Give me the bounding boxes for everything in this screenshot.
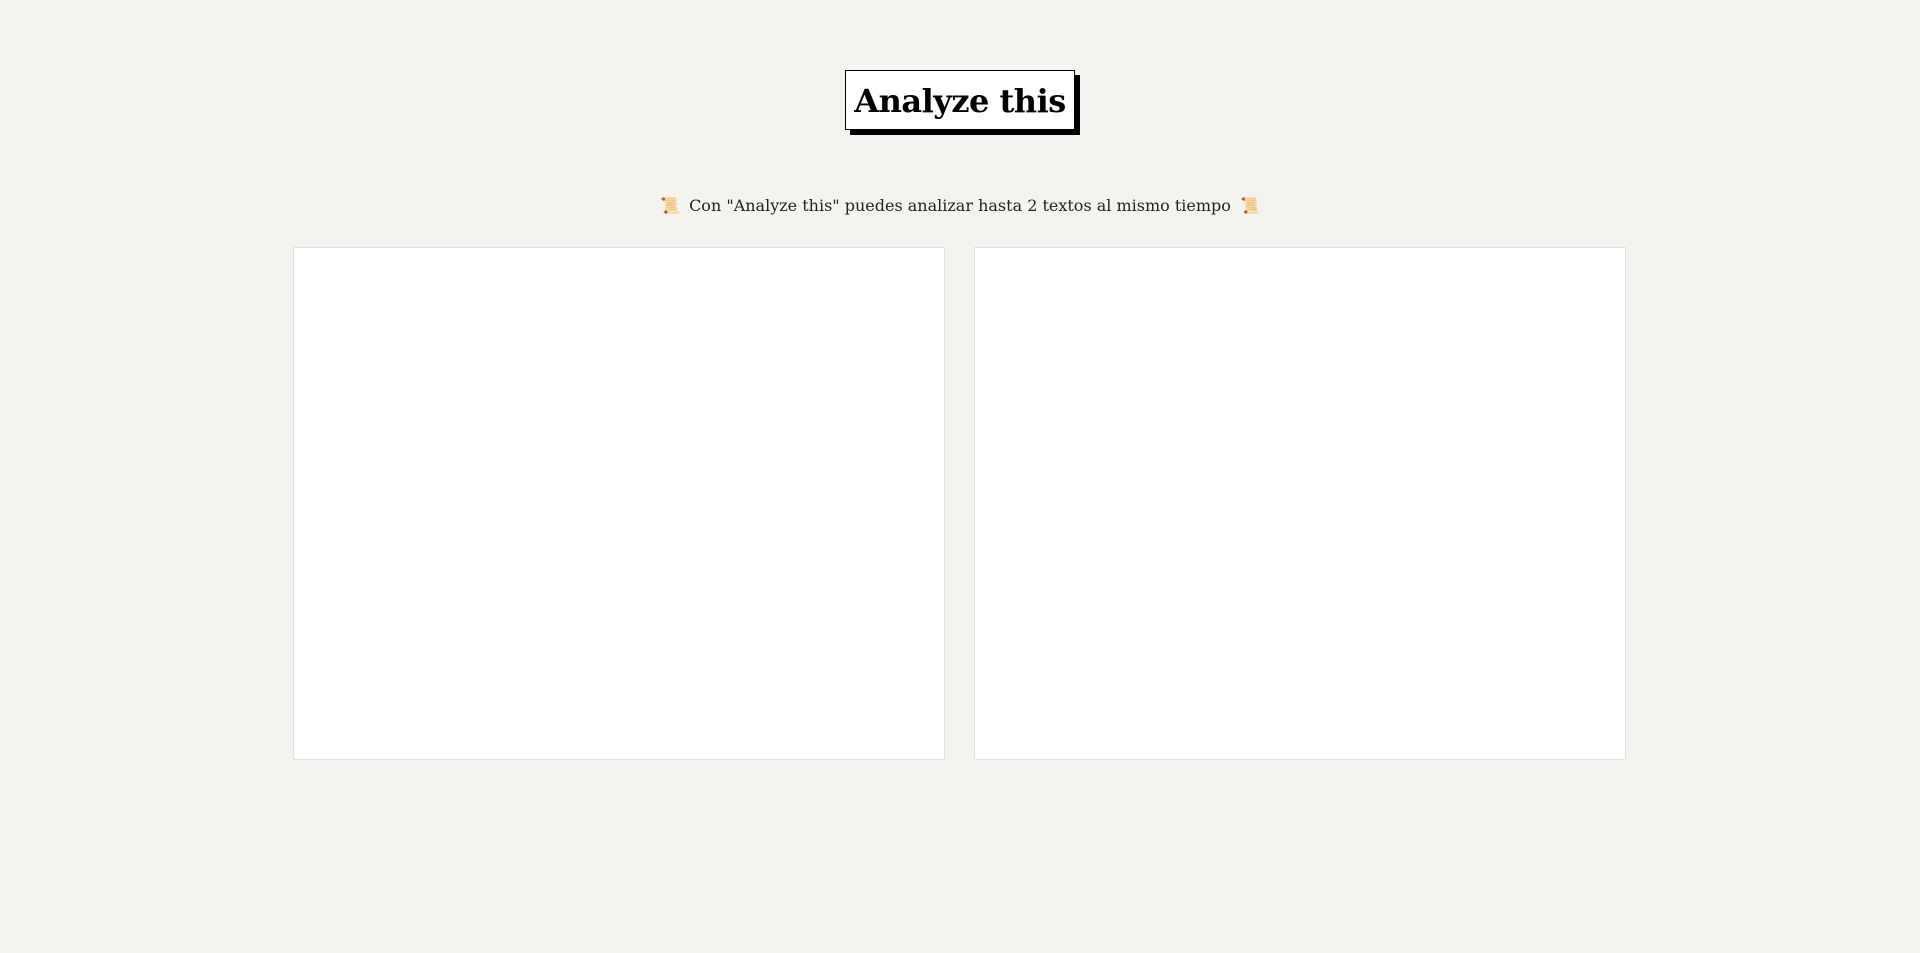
header: Analyze this xyxy=(0,70,1920,130)
scroll-icon: 📜 xyxy=(660,196,680,215)
title-box: Analyze this xyxy=(845,70,1075,130)
subtitle-text: Con "Analyze this" puedes analizar hasta… xyxy=(689,196,1231,215)
text-input-2[interactable] xyxy=(974,247,1626,760)
page: Analyze this 📜 Con "Analyze this" puedes… xyxy=(0,0,1920,953)
text-input-1[interactable] xyxy=(293,247,945,760)
subtitle: 📜 Con "Analyze this" puedes analizar has… xyxy=(0,195,1920,217)
scroll-icon: 📜 xyxy=(1240,196,1260,215)
page-title: Analyze this xyxy=(854,82,1066,120)
text-panels xyxy=(293,247,1627,760)
